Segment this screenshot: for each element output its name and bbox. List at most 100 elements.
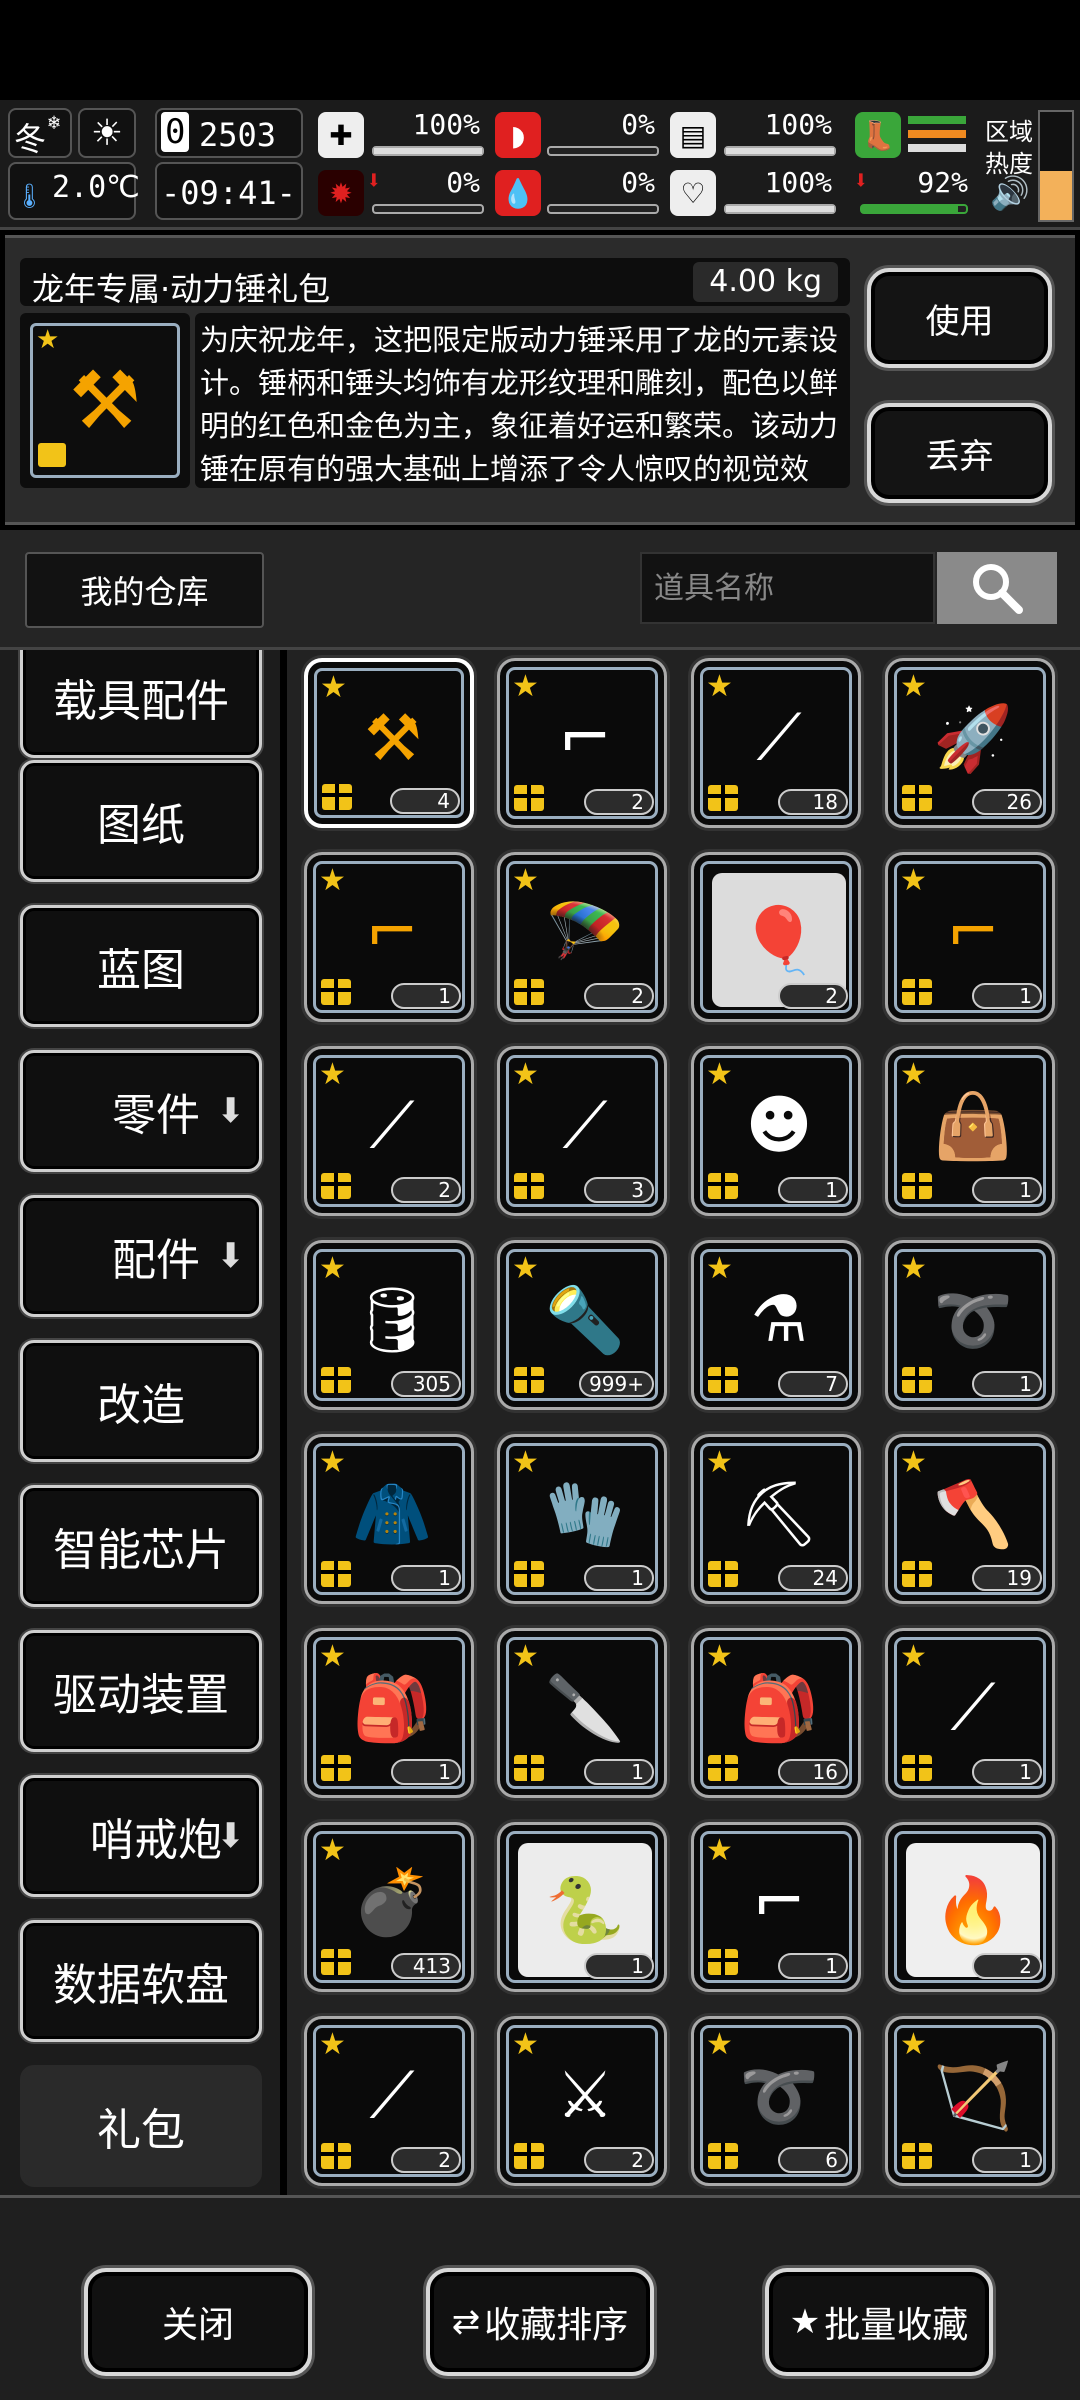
inventory-slot[interactable]: 🎒 ★ 1	[304, 1628, 474, 1798]
inventory-slot[interactable]: 👜 ★ 1	[885, 1046, 1055, 1216]
item-count: 16	[778, 1759, 848, 1785]
rope-coil-icon: ➰	[933, 1283, 1013, 1358]
sidebar-item-label: 蓝图	[97, 945, 185, 996]
batch-favorite-button[interactable]: ★ 批量收藏	[765, 2268, 993, 2376]
item-count: 413	[391, 1953, 461, 1979]
inventory-slot[interactable]: ⌐ ★ 1	[885, 852, 1055, 1022]
item-count: 2	[391, 1177, 461, 1203]
sidebar-item[interactable]: 驱动装置	[20, 1630, 262, 1752]
inventory-slot[interactable]: 🔪 ★ 1	[497, 1628, 667, 1798]
inventory-slot[interactable]: ☻ ★ 1	[691, 1046, 861, 1216]
inventory-slot[interactable]: 🎒 ★ 16	[691, 1628, 861, 1798]
bottom-bar: 关闭 ⇄ 收藏排序 ★ 批量收藏	[0, 2195, 1080, 2400]
inventory-slot[interactable]: 🚀 ★ 26	[885, 658, 1055, 828]
inventory-slot[interactable]: 🎈 2	[691, 852, 861, 1022]
sidebar-item[interactable]: 智能芯片	[20, 1485, 262, 1607]
inventory-slot[interactable]: ➰ ★ 6	[691, 2016, 861, 2186]
sidebar-item[interactable]: 改造	[20, 1340, 262, 1462]
inventory-slot[interactable]: 🪓 ★ 19	[885, 1434, 1055, 1604]
star-icon: ★	[706, 1445, 733, 1480]
category-sidebar[interactable]: 载具配件图纸蓝图零件 ⬇ 配件 ⬇ 改造智能芯片驱动装置哨戒炮 ⬇ 数据软盘礼包	[0, 650, 280, 2195]
heart-icon: ♡	[670, 170, 716, 216]
clock-time: -09:41-	[161, 174, 296, 212]
inventory-slot[interactable]: 🛢 ★ 305	[304, 1240, 474, 1410]
favorite-sort-button[interactable]: ⇄ 收藏排序	[426, 2268, 654, 2376]
stamina-pct: 100%	[764, 108, 832, 141]
sidebar-item[interactable]: 图纸	[20, 760, 262, 882]
inventory-slot[interactable]: 🐍 1	[497, 1822, 667, 1992]
item-count: 1	[584, 1759, 654, 1785]
inventory-slot[interactable]: 🏹 ★ 1	[885, 2016, 1055, 2186]
item-count: 2	[972, 1953, 1042, 1979]
sidebar-item-label: 图纸	[97, 800, 185, 851]
inventory-slot[interactable]: ➰ ★ 1	[885, 1240, 1055, 1410]
sidebar-item[interactable]: 载具配件	[20, 650, 262, 758]
star-icon: ★	[900, 2027, 927, 2062]
tiger-mask-icon: ☻	[745, 1089, 813, 1163]
stripe-white	[908, 144, 966, 152]
sidebar-item[interactable]: 哨戒炮 ⬇	[20, 1775, 262, 1897]
gift-icon	[322, 784, 352, 810]
speaker-icon[interactable]: 🔊	[990, 174, 1030, 212]
my-storage-button[interactable]: 我的仓库	[25, 552, 264, 628]
sidebar-item[interactable]: 零件 ⬇	[20, 1050, 262, 1172]
sidebar-item[interactable]: 配件 ⬇	[20, 1195, 262, 1317]
inventory-slot[interactable]: 💣 ★ 413	[304, 1822, 474, 1992]
gift-icon	[708, 1755, 738, 1781]
season-label: 冬	[14, 120, 47, 158]
gift-icon	[38, 443, 66, 467]
inventory-slot[interactable]: ⛏ ★ 24	[691, 1434, 861, 1604]
flashlight-icon: 🔦	[545, 1283, 625, 1358]
inventory-grid[interactable]: ⚒ ★ 4 ⌐ ★ 2 ⟋ ★ 18 🚀 ★ 26 ⌐ ★ 1 🪂 ★ 2 🎈 2 ⌐ ★ 1 ⟋ ★ 2 ⟋ ★ 3 ☻ ★ 1 👜 ★ 1 🛢 ★ 3…	[287, 650, 1080, 2195]
batch-favorite-label: 批量收藏	[824, 2305, 969, 2346]
search-button[interactable]	[937, 552, 1057, 624]
inventory-slot[interactable]: ⌐ ★ 2	[497, 658, 667, 828]
inventory-slot[interactable]: 🔦 ★ 999+	[497, 1240, 667, 1410]
inventory-slot[interactable]: ⚔ ★ 2	[497, 2016, 667, 2186]
inventory-slot[interactable]: 🔥 2	[885, 1822, 1055, 1992]
inventory-slot[interactable]: ⌐ ★ 1	[304, 852, 474, 1022]
expand-arrow-icon: ⬇	[216, 1236, 246, 1276]
discard-button[interactable]: 丢弃	[867, 403, 1052, 503]
close-label: 关闭	[161, 2305, 234, 2346]
inventory-slot[interactable]: ⌐ ★ 1	[691, 1822, 861, 1992]
inventory-slot[interactable]: ⟋ ★ 2	[304, 1046, 474, 1216]
stamina-bar-fill	[726, 148, 834, 154]
inventory-slot[interactable]: ⟋ ★ 3	[497, 1046, 667, 1216]
firework-rocket-icon: 🚀	[933, 701, 1013, 776]
sidebar-item[interactable]: 数据软盘	[20, 1920, 262, 2042]
inventory-slot[interactable]: ⚒ ★ 4	[304, 658, 474, 828]
inventory-slot[interactable]: 🪂 ★ 2	[497, 852, 667, 1022]
region-label: 区域	[985, 118, 1033, 146]
inventory-slot[interactable]: ⚗ ★ 7	[691, 1240, 861, 1410]
gift-icon	[902, 2143, 932, 2169]
sidebar-item[interactable]: 礼包	[20, 2065, 262, 2187]
sidebar-item[interactable]: 蓝图	[20, 905, 262, 1027]
item-count: 1	[778, 1177, 848, 1203]
inventory-slot[interactable]: 🧤 ★ 1	[497, 1434, 667, 1604]
item-description-box[interactable]: 为庆祝龙年，这把限定版动力锤采用了龙的元素设计。锤柄和锤头均饰有龙形纹理和雕刻，…	[195, 313, 850, 488]
item-search-input[interactable]	[640, 552, 935, 624]
use-button[interactable]: 使用	[867, 268, 1052, 368]
gift-icon	[902, 1173, 932, 1199]
item-count: 1	[972, 1177, 1042, 1203]
star-icon: ★	[320, 670, 347, 705]
star-icon: ★	[512, 863, 539, 898]
close-button[interactable]: 关闭	[84, 2268, 312, 2376]
inventory-slot[interactable]: ⟋ ★ 1	[885, 1628, 1055, 1798]
star-icon: ★	[900, 863, 927, 898]
thermometer-icon: 🌡	[14, 182, 45, 210]
dragon-crossbow-icon: ⚔	[556, 2059, 614, 2133]
item-count: 24	[778, 1565, 848, 1591]
gift-icon	[321, 1949, 351, 1975]
heart-pct: 100%	[764, 166, 832, 199]
inventory-slot[interactable]: ⟋ ★ 18	[691, 658, 861, 828]
inventory-slot[interactable]: 🧥 ★ 1	[304, 1434, 474, 1604]
item-count: 1	[972, 1759, 1042, 1785]
star-icon: ★	[319, 1833, 346, 1868]
blood-drop-icon: 💧	[495, 170, 541, 216]
star-icon: ★	[512, 1639, 539, 1674]
day-counter-box: 0 2503	[155, 108, 303, 158]
inventory-slot[interactable]: ⟋ ★ 2	[304, 2016, 474, 2186]
sidebar-item-label: 载具配件	[53, 676, 229, 727]
